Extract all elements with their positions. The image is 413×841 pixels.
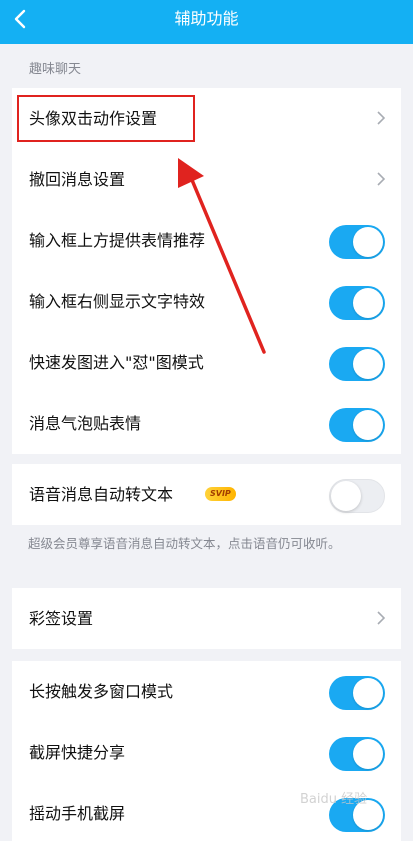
- toggle-knob: [353, 227, 383, 257]
- caiqian-settings-item[interactable]: 彩签设置: [12, 588, 401, 649]
- row-label: 快速发图进入"怼"图模式: [29, 353, 204, 372]
- bubble-sticker-item: 消息气泡贴表情: [12, 393, 401, 454]
- emoji-recommend-toggle[interactable]: [329, 225, 385, 259]
- voice-note: 超级会员尊享语音消息自动转文本，点击语音仍可收听。: [28, 536, 341, 551]
- row-label: 长按触发多窗口模式: [29, 682, 174, 701]
- voice-card: 语音消息自动转文本 SVIP: [12, 464, 401, 525]
- misc-card: 长按触发多窗口模式 截屏快捷分享 摇动手机截屏: [12, 661, 401, 841]
- toggle-knob: [331, 481, 361, 511]
- toggle-knob: [353, 410, 383, 440]
- row-label: 语音消息自动转文本: [29, 485, 174, 504]
- toggle-knob: [353, 288, 383, 318]
- quick-image-mode-item: 快速发图进入"怼"图模式: [12, 332, 401, 393]
- section-label-fun-chat: 趣味聊天: [29, 62, 82, 77]
- highlight-box: [17, 95, 195, 142]
- chevron-right-icon: [377, 111, 385, 125]
- toggle-knob: [353, 349, 383, 379]
- recall-message-settings-item[interactable]: 撤回消息设置: [12, 149, 401, 210]
- row-label: 截屏快捷分享: [29, 743, 126, 762]
- multi-window-toggle[interactable]: [329, 676, 385, 710]
- row-label: 输入框上方提供表情推荐: [29, 231, 206, 250]
- toggle-knob: [353, 678, 383, 708]
- page-title: 辅助功能: [174, 9, 239, 28]
- emoji-recommend-item: 输入框上方提供表情推荐: [12, 210, 401, 271]
- multi-window-item: 长按触发多窗口模式: [12, 661, 401, 722]
- voice-to-text-toggle[interactable]: [329, 479, 385, 513]
- fun-chat-card: 头像双击动作设置 撤回消息设置 输入框上方提供表情推荐 输入框右侧显示文字特效 …: [12, 88, 401, 454]
- row-label: 输入框右侧显示文字特效: [29, 292, 206, 311]
- chevron-right-icon: [377, 172, 385, 186]
- row-label: 摇动手机截屏: [29, 804, 126, 823]
- bubble-sticker-toggle[interactable]: [329, 408, 385, 442]
- quick-image-mode-toggle[interactable]: [329, 347, 385, 381]
- voice-to-text-item: 语音消息自动转文本 SVIP: [12, 464, 401, 525]
- text-effect-item: 输入框右侧显示文字特效: [12, 271, 401, 332]
- screenshot-share-toggle[interactable]: [329, 737, 385, 771]
- text-effect-toggle[interactable]: [329, 286, 385, 320]
- screenshot-share-item: 截屏快捷分享: [12, 722, 401, 783]
- chevron-right-icon: [377, 611, 385, 625]
- caiqian-card: 彩签设置: [12, 588, 401, 649]
- toggle-knob: [353, 739, 383, 769]
- header-bar: 辅助功能: [0, 0, 413, 44]
- row-label: 撤回消息设置: [29, 170, 126, 189]
- svip-badge: SVIP: [205, 487, 236, 501]
- row-label: 消息气泡贴表情: [29, 414, 142, 433]
- row-label: 彩签设置: [29, 609, 94, 628]
- watermark: Baidu 经验: [300, 792, 368, 807]
